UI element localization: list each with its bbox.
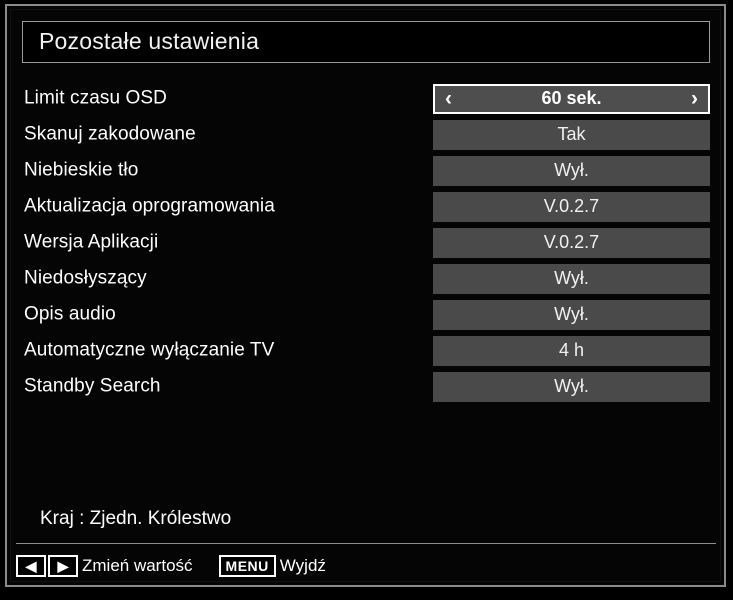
- setting-value: Wył.: [554, 160, 589, 181]
- setting-label: Niebieskie tło: [24, 159, 139, 181]
- setting-label: Automatyczne wyłączanie TV: [24, 339, 275, 361]
- setting-row[interactable]: Skanuj zakodowane ‹Tak›: [0, 120, 733, 150]
- action-hint-label: Zmień wartość: [82, 556, 193, 575]
- setting-value: V.0.2.7: [543, 232, 600, 253]
- setting-row[interactable]: Automatyczne wyłączanie TV ‹4 h›: [0, 336, 733, 366]
- setting-label: Limit czasu OSD: [24, 87, 167, 109]
- setting-value: V.0.2.7: [543, 196, 600, 217]
- setting-value: 4 h: [558, 340, 585, 361]
- setting-value-box[interactable]: ‹ 60 sek. ›: [433, 84, 710, 114]
- key-group: ◀ ▶: [16, 555, 78, 577]
- setting-label: Niedosłyszący: [24, 267, 147, 289]
- setting-value-box[interactable]: ‹4 h›: [433, 336, 710, 366]
- setting-label: Wersja Aplikacji: [24, 231, 159, 253]
- page-title: Pozostałe ustawienia: [39, 27, 260, 54]
- setting-row[interactable]: Aktualizacja oprogramowania ‹V.0.2.7›: [0, 192, 733, 222]
- setting-value: Wył.: [554, 304, 589, 325]
- footer-divider: [16, 543, 716, 544]
- setting-value: 60 sek.: [541, 88, 602, 109]
- setting-value: Tak: [557, 124, 586, 145]
- key-group: MENU: [218, 555, 276, 577]
- action-hint-label: Wyjdź: [279, 556, 326, 575]
- menu-title-box: Pozostałe ustawienia: [22, 21, 710, 63]
- setting-value-box[interactable]: ‹Tak›: [433, 120, 710, 150]
- setting-row[interactable]: Standby Search ‹Wył.›: [0, 372, 733, 402]
- chevron-right-icon[interactable]: ›: [691, 88, 698, 109]
- country-status-line: Kraj : Zjedn. Królestwo: [40, 508, 232, 529]
- action-bar: ◀ ▶ Zmień wartość MENU Wyjdź: [16, 554, 326, 578]
- action-hint: MENU Wyjdź: [218, 554, 326, 578]
- setting-label: Opis audio: [24, 303, 116, 325]
- setting-value-box[interactable]: ‹Wył.›: [433, 300, 710, 330]
- setting-row[interactable]: Niedosłyszący ‹Wył.›: [0, 264, 733, 294]
- setting-row[interactable]: Opis audio ‹Wył.›: [0, 300, 733, 330]
- setting-value-box[interactable]: ‹Wył.›: [433, 156, 710, 186]
- setting-row[interactable]: Wersja Aplikacji ‹V.0.2.7›: [0, 228, 733, 258]
- setting-label: Aktualizacja oprogramowania: [24, 195, 275, 217]
- setting-row[interactable]: Niebieskie tło ‹Wył.›: [0, 156, 733, 186]
- setting-label: Skanuj zakodowane: [24, 123, 196, 145]
- setting-value: Wył.: [554, 268, 589, 289]
- setting-row[interactable]: Limit czasu OSD ‹ 60 sek. ›: [0, 84, 733, 114]
- arrow-left-key-icon: ◀: [16, 555, 46, 577]
- action-hint: ◀ ▶ Zmień wartość: [16, 554, 193, 578]
- setting-value-box[interactable]: ‹Wył.›: [433, 372, 710, 402]
- settings-list: Limit czasu OSD ‹ 60 sek. › Skanuj zakodowan…: [0, 84, 733, 408]
- setting-value-box[interactable]: ‹V.0.2.7›: [433, 228, 710, 258]
- arrow-right-key-icon: ▶: [48, 555, 78, 577]
- setting-value: Wył.: [554, 376, 589, 397]
- setting-value-box[interactable]: ‹V.0.2.7›: [433, 192, 710, 222]
- osd-screen: Pozostałe ustawienia Limit czasu OSD ‹ 60 …: [0, 0, 733, 600]
- menu-key-icon: MENU: [218, 555, 276, 577]
- setting-label: Standby Search: [24, 375, 161, 397]
- setting-value-box[interactable]: ‹Wył.›: [433, 264, 710, 294]
